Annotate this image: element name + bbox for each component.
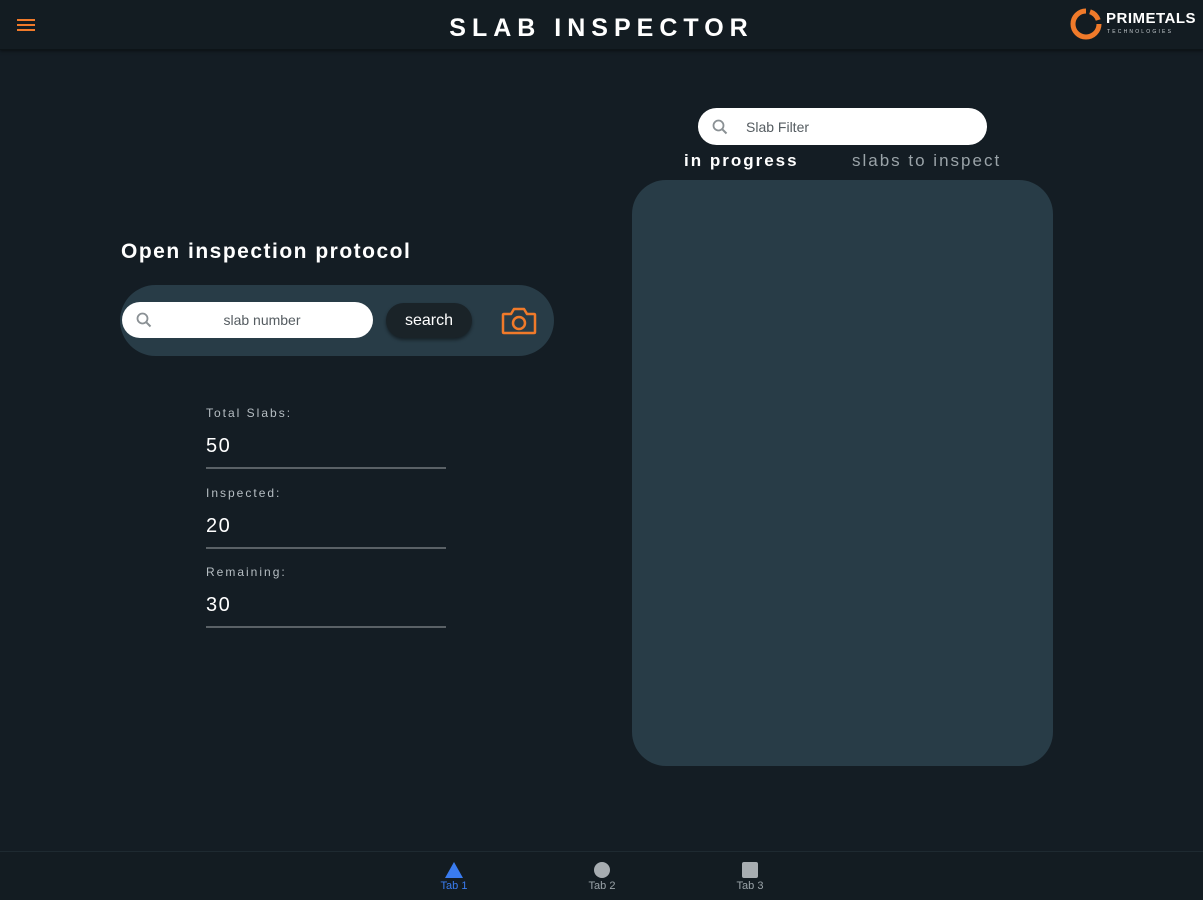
stat-total-slabs: Total Slabs: 50 xyxy=(206,406,446,469)
app-title: SLAB INSPECTOR xyxy=(449,14,754,42)
camera-button[interactable] xyxy=(498,304,540,338)
tab-in-progress[interactable]: in progress xyxy=(684,151,799,171)
stat-value: 50 xyxy=(206,435,446,469)
slab-list-panel xyxy=(632,180,1053,766)
inspection-title: Open inspection protocol xyxy=(121,240,412,263)
stat-value: 30 xyxy=(206,594,446,628)
tab-slabs-to-inspect[interactable]: slabs to inspect xyxy=(852,151,1001,171)
tab-1[interactable]: Tab 1 xyxy=(424,861,484,897)
search-icon xyxy=(712,119,728,135)
stat-label: Total Slabs: xyxy=(206,406,293,420)
search-button[interactable]: search xyxy=(386,303,472,338)
logo-wordmark: PRIMETALS xyxy=(1106,10,1197,27)
stat-value: 20 xyxy=(206,515,446,549)
company-logo: PRIMETALS TECHNOLOGIES xyxy=(1070,8,1197,40)
app-root: SLAB INSPECTOR PRIMETALS TECHNOLOGIES Op… xyxy=(0,0,1203,900)
circle-icon xyxy=(594,862,610,878)
slab-filter-field[interactable] xyxy=(698,108,987,145)
slab-search-panel: search xyxy=(120,285,554,356)
bottom-tab-bar: Tab 1 Tab 2 Tab 3 xyxy=(0,851,1203,900)
square-icon xyxy=(742,862,758,878)
tab-label: Tab 1 xyxy=(440,880,468,892)
logo-subtitle: TECHNOLOGIES xyxy=(1107,29,1174,35)
logo-ring-icon xyxy=(1070,8,1102,40)
slab-filter-input[interactable] xyxy=(746,108,976,145)
tab-label: Tab 3 xyxy=(736,880,764,892)
app-header: SLAB INSPECTOR PRIMETALS TECHNOLOGIES xyxy=(0,0,1203,50)
slab-number-field[interactable] xyxy=(122,302,373,338)
stat-inspected: Inspected: 20 xyxy=(206,486,446,549)
tab-2[interactable]: Tab 2 xyxy=(572,861,632,897)
slab-number-input[interactable] xyxy=(162,302,362,338)
tab-3[interactable]: Tab 3 xyxy=(720,861,780,897)
triangle-icon xyxy=(445,862,463,878)
stat-label: Inspected: xyxy=(206,486,282,500)
camera-icon[interactable] xyxy=(501,306,537,336)
stat-remaining: Remaining: 30 xyxy=(206,565,446,628)
stat-label: Remaining: xyxy=(206,565,287,579)
tab-label: Tab 2 xyxy=(588,880,616,892)
search-icon xyxy=(136,312,152,328)
